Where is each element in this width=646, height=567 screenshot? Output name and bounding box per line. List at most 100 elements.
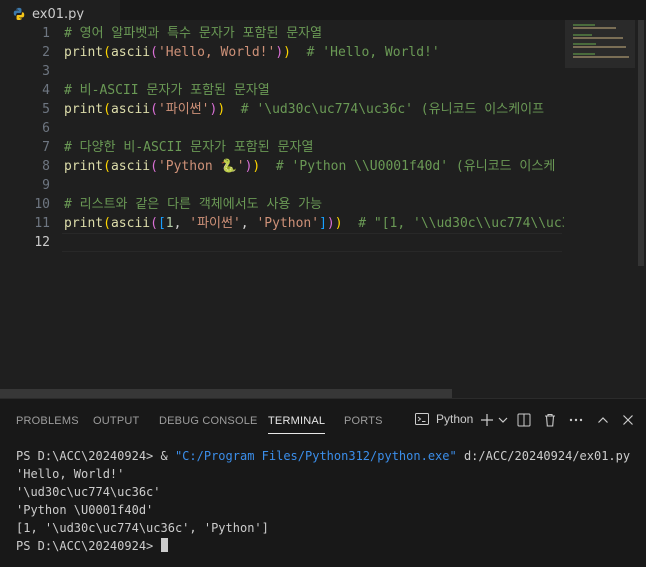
code-token: print — [64, 216, 104, 231]
line-number: 10 — [34, 197, 50, 212]
minimap-line — [573, 33, 592, 36]
terminal-profile[interactable]: Python — [414, 411, 473, 427]
code-token: ( — [103, 216, 111, 231]
terminal-output[interactable]: PS D:\ACC\20240924> & "C:/Program Files/… — [16, 447, 636, 555]
line-number: 3 — [42, 64, 50, 79]
code-token: # 비-ASCII 문자가 포함된 문자열 — [64, 83, 270, 98]
code-token: ascii — [110, 102, 151, 117]
chevron-down-icon[interactable] — [494, 411, 512, 429]
vertical-scrollbar-thumb[interactable] — [638, 20, 644, 266]
line-number: 11 — [34, 216, 50, 231]
code-token: 'Python — [157, 159, 221, 174]
code-token: ) — [334, 216, 343, 231]
code-token: ( — [103, 102, 111, 117]
line-number: 2 — [42, 45, 50, 60]
code-token: ( — [150, 216, 158, 231]
code-token: # 영어 알파벳과 특수 문자가 포함된 문자열 — [64, 26, 323, 41]
line-number: 9 — [42, 178, 50, 193]
code-token: ascii — [110, 159, 151, 174]
tab-problems[interactable]: PROBLEMS — [16, 399, 79, 443]
close-icon[interactable] — [619, 411, 637, 429]
code-token: # 다양한 비-ASCII 문자가 포함된 문자열 — [64, 140, 314, 155]
code-editor[interactable]: 1 2 3 4 5 6 7 8 9 10 11 12 # 영어 알파벳과 특수 문자가 포함된 문자열… — [0, 20, 646, 398]
code-line: # 영어 알파벳과 특수 문자가 포함된 문자열 — [64, 24, 322, 43]
trash-icon[interactable] — [541, 411, 559, 429]
code-token: print — [64, 159, 104, 174]
code-token: ) — [283, 45, 291, 60]
code-token: print — [64, 102, 104, 117]
code-token: ( — [150, 159, 158, 174]
terminal-output-line: 'Hello, World!' — [16, 467, 125, 481]
code-token: 1 — [165, 216, 174, 231]
line-number: 4 — [42, 83, 50, 98]
code-token: , — [240, 216, 257, 231]
snake-emoji-icon: 🐍 — [220, 159, 237, 174]
code-line: print(ascii('Hello, World!')) # 'Hello, … — [64, 43, 440, 62]
terminal-prompt-line[interactable]: PS D:\ACC\20240924> — [16, 537, 636, 555]
horizontal-scrollbar-thumb[interactable] — [0, 389, 452, 398]
python-icon — [13, 7, 25, 21]
code-line: # 다양한 비-ASCII 문자가 포함된 문자열 — [64, 138, 313, 157]
terminal-output-line: 'Python \U0001f40d' — [16, 503, 154, 517]
code-token: ascii — [110, 45, 151, 60]
code-token: ( — [103, 159, 111, 174]
code-token: '파이썬' — [157, 102, 210, 117]
terminal-output-line: '\ud30c\uc774\uc36c' — [16, 485, 161, 499]
more-actions-icon[interactable] — [567, 411, 585, 429]
code-token: ' — [236, 159, 245, 174]
code-area[interactable]: # 영어 알파벳과 특수 문자가 포함된 문자열 print(ascii('Hel… — [64, 20, 564, 398]
line-number: 5 — [42, 102, 50, 117]
code-token: # 'Hello, World!' — [306, 45, 440, 60]
minimap-line — [573, 43, 596, 46]
code-token: [ — [157, 216, 166, 231]
code-token: ] — [319, 216, 327, 231]
line-number: 6 — [42, 121, 50, 136]
terminal-prompt: PS D:\ACC\20240924> & — [16, 449, 175, 463]
code-token: ( — [150, 45, 158, 60]
terminal-output-line: [1, '\ud30c\uc774\uc36c', 'Python'] — [16, 521, 269, 535]
code-token: 'Python' — [256, 216, 320, 231]
line-number: 7 — [42, 140, 50, 155]
python-exe-path: "C:/Program Files/Python312/python.exe" — [174, 449, 457, 463]
code-token: print — [64, 45, 104, 60]
maximize-panel-icon[interactable] — [594, 411, 612, 429]
minimap[interactable] — [565, 20, 635, 398]
code-token: ascii — [110, 216, 151, 231]
line-number: 1 — [42, 26, 50, 41]
tab-debug-console[interactable]: DEBUG CONSOLE — [159, 399, 258, 443]
line-number: 8 — [42, 159, 50, 174]
code-token: ( — [150, 102, 158, 117]
minimap-line — [573, 24, 595, 26]
minimap-line — [573, 56, 629, 58]
code-line: # 리스트와 같은 다른 객체에서도 사용 가능 — [64, 195, 322, 214]
script-path: d:/ACC/20240924/ex01.py — [456, 449, 631, 463]
tab-output[interactable]: OUTPUT — [93, 399, 139, 443]
terminal-prompt: PS D:\ACC\20240924> — [16, 539, 161, 553]
code-token: '파이썬' — [189, 216, 241, 231]
vertical-scrollbar[interactable] — [636, 20, 646, 398]
code-token: # '\ud30c\uc774\uc36c' (유니코드 이스케이프 — [240, 102, 545, 117]
code-line: # 비-ASCII 문자가 포함된 문자열 — [64, 81, 270, 100]
code-token: , — [173, 216, 190, 231]
minimap-line — [573, 27, 617, 30]
terminal-icon — [415, 413, 429, 425]
code-line: print(ascii('파이썬')) # '\ud30c\uc774\uc36… — [64, 100, 544, 119]
minimap-line — [573, 52, 595, 55]
code-token: ) — [275, 45, 284, 60]
code-token: # 'Python \\U0001f40d' (유니코드 이스케 — [275, 159, 556, 174]
tab-ports[interactable]: PORTS — [344, 399, 383, 443]
code-token: # "[1, '\\ud30c\\uc774\\uc3 — [358, 216, 564, 231]
terminal-cursor — [160, 538, 168, 552]
terminal-command-line: PS D:\ACC\20240924> & "C:/Program Files/… — [16, 447, 636, 465]
code-token: 'Hello, World!' — [157, 45, 276, 60]
minimap-line — [573, 36, 623, 39]
code-token: ) — [217, 102, 226, 117]
code-line: print(ascii('Python 🐍')) # 'Python \\U00… — [64, 157, 555, 176]
tab-terminal[interactable]: TERMINAL — [268, 399, 326, 443]
code-line: print(ascii([1, '파이썬', 'Python'])) # "[1… — [64, 214, 564, 233]
line-number: 12 — [34, 235, 50, 250]
split-terminal-icon[interactable] — [515, 411, 533, 429]
